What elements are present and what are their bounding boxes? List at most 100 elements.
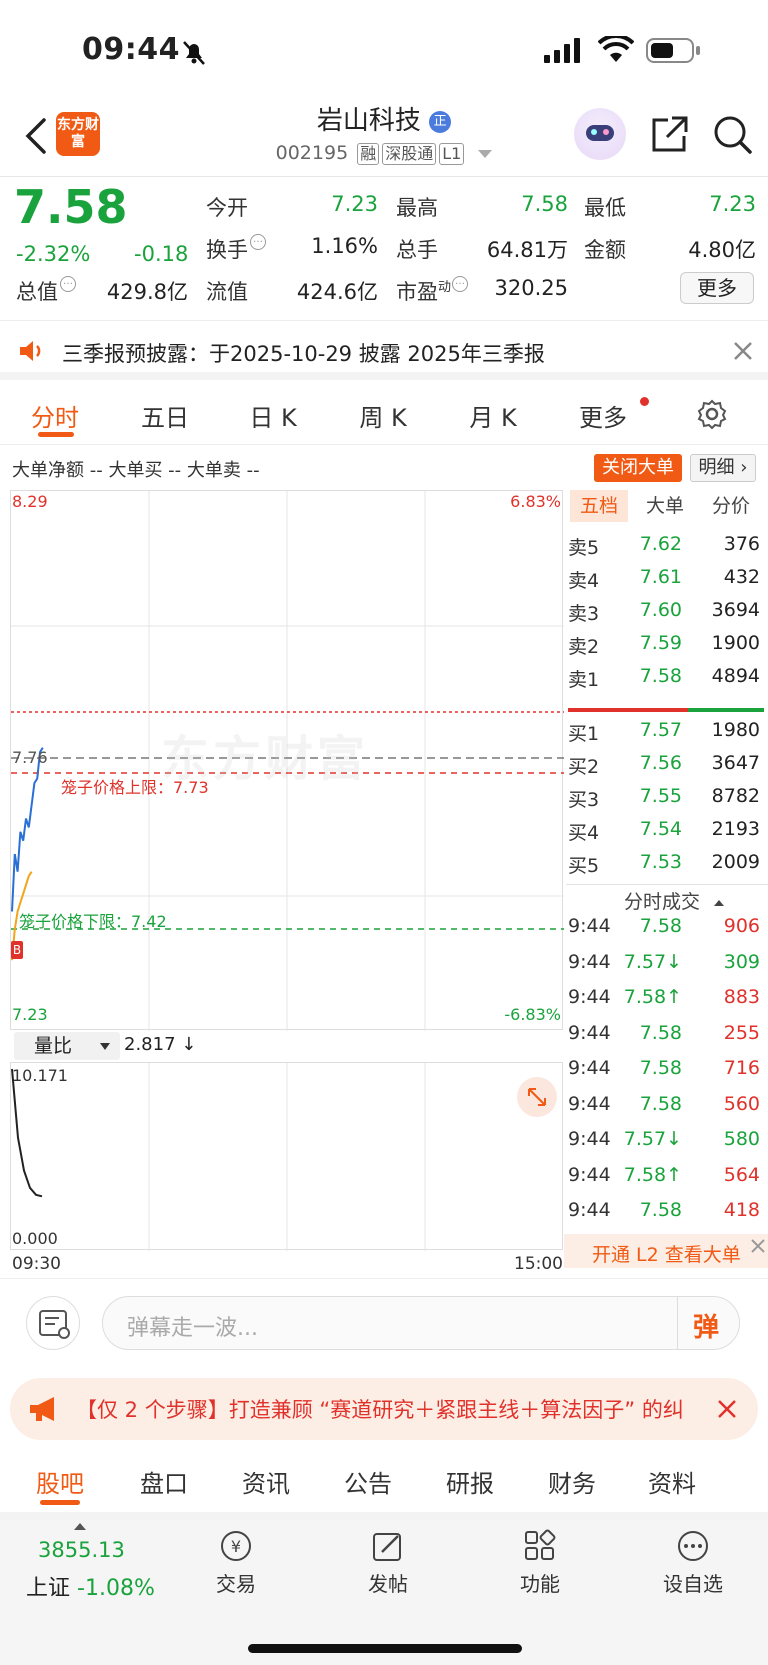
- bid-strength-bar: [688, 708, 764, 712]
- top-pct-label: 6.83%: [510, 492, 561, 511]
- search-icon[interactable]: [712, 114, 754, 156]
- notice-text[interactable]: 三季报预披露：于2025-10-29 披露 2025年三季报: [62, 338, 545, 368]
- indicator-select[interactable]: 量比: [14, 1032, 120, 1060]
- lower-cage-label: 笼子价格下限：7.42: [19, 912, 167, 931]
- ask-price: 7.58: [639, 665, 682, 687]
- nav-function[interactable]: 功能: [504, 1528, 576, 1597]
- tab-price-split[interactable]: 分价: [702, 490, 760, 522]
- low-label: 最低: [584, 196, 626, 220]
- trade-price: 7.58: [639, 1021, 682, 1044]
- nav-trade[interactable]: ¥ 交易: [200, 1528, 272, 1597]
- bid-row[interactable]: 买4 7.54 2193: [568, 818, 764, 848]
- ask-row[interactable]: 卖2 7.59 1900: [568, 632, 764, 662]
- more-dots-icon: [678, 1531, 708, 1561]
- trade-volume: 309: [723, 950, 760, 973]
- tab-forum[interactable]: 股吧: [30, 1464, 90, 1499]
- info-icon[interactable]: …: [60, 276, 76, 292]
- close-icon[interactable]: [716, 1398, 738, 1420]
- trade-row[interactable]: 9:44 7.58 560: [568, 1093, 764, 1123]
- comment-list-icon[interactable]: [26, 1296, 80, 1350]
- trade-label: 9:44: [568, 915, 611, 937]
- close-big-order-button[interactable]: 关闭大单: [594, 454, 682, 482]
- ratio-top-label: 10.171: [12, 1066, 68, 1085]
- nav-post[interactable]: 发帖: [352, 1528, 424, 1597]
- ask-label: 卖1: [568, 669, 600, 691]
- promo-banner[interactable]: 【仅 2 个步骤】打造兼顾 “赛道研究＋紧跟主线＋算法因子” 的纠: [10, 1378, 758, 1440]
- settings-gear-icon[interactable]: [696, 398, 728, 430]
- ask-row[interactable]: 卖4 7.61 432: [568, 566, 764, 596]
- tab-big-order[interactable]: 大单: [636, 490, 694, 522]
- trade-row[interactable]: 9:44 7.58↑ 883: [568, 986, 764, 1016]
- robot-assistant-icon[interactable]: [574, 108, 626, 160]
- ask-row[interactable]: 卖1 7.58 4894: [568, 665, 764, 695]
- tag-level: L1: [439, 143, 465, 165]
- index-row[interactable]: 上证 -1.08%: [26, 1570, 155, 1602]
- ask-price: 7.59: [639, 632, 682, 654]
- bid-row[interactable]: 买5 7.53 2009: [568, 851, 764, 881]
- tab-finance[interactable]: 财务: [542, 1464, 602, 1499]
- ask-strength-bar: [568, 708, 688, 712]
- trade-volume: 418: [723, 1199, 760, 1221]
- bid-label: 买4: [568, 822, 600, 844]
- info-icon[interactable]: …: [250, 234, 266, 250]
- tab-announce[interactable]: 公告: [338, 1464, 398, 1499]
- ask-label: 卖3: [568, 603, 600, 625]
- nav-add-favorite[interactable]: 设自选: [654, 1528, 732, 1597]
- close-icon[interactable]: [748, 1236, 768, 1256]
- tab-profile[interactable]: 资料: [642, 1464, 702, 1499]
- index-value[interactable]: 3855.13: [38, 1538, 125, 1562]
- tab-5day[interactable]: 五日: [132, 398, 198, 433]
- trade-price: 7.58: [639, 1199, 682, 1221]
- tab-weekly-k[interactable]: 周 K: [350, 398, 416, 433]
- l2-banner[interactable]: 开通 L2 查看大单: [564, 1234, 768, 1268]
- tab-research[interactable]: 研报: [440, 1464, 500, 1499]
- trade-volume: 716: [723, 1057, 760, 1079]
- tab-more[interactable]: 更多: [570, 398, 636, 433]
- detail-button[interactable]: 明细 ›: [690, 454, 756, 482]
- bid-price: 7.53: [639, 851, 682, 873]
- bid-price: 7.56: [639, 752, 682, 774]
- close-icon[interactable]: [732, 340, 754, 362]
- buy-marker[interactable]: B: [11, 941, 23, 959]
- ratio-chart-area[interactable]: 10.171 0.000: [10, 1062, 563, 1251]
- trade-price: 7.58↑: [623, 1163, 682, 1186]
- silent-bell-icon: [183, 41, 205, 65]
- tab-monthly-k[interactable]: 月 K: [460, 398, 526, 433]
- trade-row[interactable]: 9:44 7.58 906: [568, 915, 764, 945]
- trade-row[interactable]: 9:44 7.58 716: [568, 1057, 764, 1087]
- tab-daily-k[interactable]: 日 K: [240, 398, 306, 433]
- wifi-icon: [598, 36, 634, 62]
- time-start-label: 09:30: [12, 1254, 61, 1274]
- bid-price: 7.57: [639, 719, 682, 741]
- bid-row[interactable]: 买1 7.57 1980: [568, 719, 764, 749]
- info-icon[interactable]: …: [452, 276, 469, 292]
- bid-row[interactable]: 买2 7.56 3647: [568, 752, 764, 782]
- danmu-toggle-icon[interactable]: 弹: [693, 1307, 719, 1344]
- ask-volume: 376: [723, 533, 760, 555]
- tab-five-level[interactable]: 五档: [570, 490, 628, 522]
- intraday-chart-area[interactable]: 东方财富 8.29 6.83% 7.76 笼子价格上限：7.73 笼子价格下限：…: [10, 490, 564, 1031]
- trade-volume: 560: [723, 1092, 760, 1115]
- tab-intraday[interactable]: 分时: [22, 398, 88, 433]
- tab-news[interactable]: 资讯: [236, 1464, 296, 1499]
- dropdown-caret-icon[interactable]: [478, 149, 493, 158]
- share-icon[interactable]: [650, 114, 690, 154]
- more-button[interactable]: 更多: [680, 272, 754, 304]
- trade-row[interactable]: 9:44 7.58 418: [568, 1199, 764, 1229]
- trade-row[interactable]: 9:44 7.58↑ 564: [568, 1164, 764, 1194]
- ask-row[interactable]: 卖3 7.60 3694: [568, 599, 764, 629]
- divider: [677, 1297, 678, 1349]
- trades-title[interactable]: 分时成交: [624, 887, 725, 914]
- danmu-input[interactable]: 弹幕走一波... 弹: [102, 1296, 740, 1350]
- ask-price: 7.60: [639, 599, 682, 621]
- expand-icon[interactable]: [517, 1077, 557, 1117]
- ask-row[interactable]: 卖5 7.62 376: [568, 533, 764, 563]
- trade-label: 9:44: [568, 1199, 611, 1221]
- time-end-label: 15:00: [514, 1254, 563, 1274]
- tab-handicap[interactable]: 盘口: [134, 1464, 194, 1499]
- trade-row[interactable]: 9:44 7.57↓ 580: [568, 1128, 764, 1158]
- bid-row[interactable]: 买3 7.55 8782: [568, 785, 764, 815]
- trade-row[interactable]: 9:44 7.58 255: [568, 1022, 764, 1052]
- stock-code: 002195: [275, 142, 349, 164]
- trade-row[interactable]: 9:44 7.57↓ 309: [568, 951, 764, 981]
